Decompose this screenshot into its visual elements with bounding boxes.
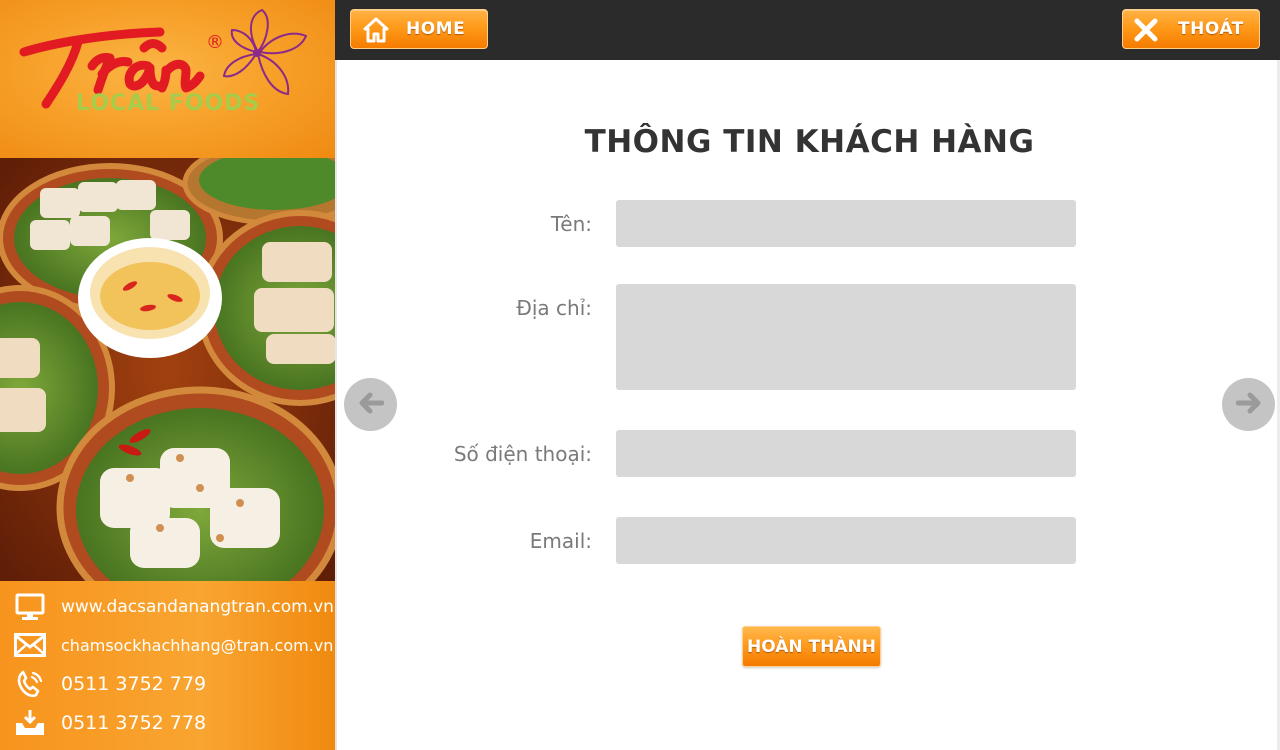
page-title: THÔNG TIN KHÁCH HÀNG — [584, 124, 1035, 160]
email-text[interactable]: chamsockhachhang@tran.com.vn — [61, 636, 333, 655]
phone-label: Số điện thoại: — [453, 442, 592, 466]
email-field[interactable] — [616, 517, 1076, 564]
envelope-icon — [14, 629, 46, 661]
food-photo — [0, 158, 335, 581]
brand-subtitle: LOCAL FOODS — [76, 91, 260, 116]
address-label: Địa chỉ: — [516, 296, 592, 320]
phone-field[interactable] — [616, 430, 1076, 477]
close-x-icon — [1133, 17, 1159, 47]
contact-phone[interactable]: 0511 3752 779 — [0, 666, 335, 702]
exit-button-label: THOÁT — [1178, 19, 1244, 39]
phone-icon — [14, 668, 46, 700]
house-icon — [363, 17, 389, 47]
arrow-left-icon — [358, 392, 384, 418]
next-button[interactable] — [1222, 378, 1275, 431]
contact-email[interactable]: chamsockhachhang@tran.com.vn — [0, 627, 335, 663]
home-button[interactable]: HOME — [350, 9, 488, 49]
email-label: Email: — [529, 529, 592, 553]
submit-button-label: HOÀN THÀNH — [747, 636, 876, 657]
food-photo-illustration — [0, 158, 335, 581]
registered-mark: ® — [206, 32, 224, 53]
arrow-right-icon — [1235, 392, 1262, 418]
contact-fax[interactable]: 0511 3752 778 — [0, 705, 335, 741]
brand-logo: ® LOCAL FOODS — [19, 8, 308, 116]
sidebar: ® LOCAL FOODS www.dacsandanangtran.com.v… — [0, 0, 335, 750]
brand-logo-area: ® LOCAL FOODS — [0, 0, 335, 158]
name-label: Tên: — [550, 212, 592, 236]
name-field[interactable] — [616, 200, 1076, 247]
prev-button[interactable] — [344, 378, 397, 431]
submit-button[interactable]: HOÀN THÀNH — [742, 626, 881, 667]
phone-text[interactable]: 0511 3752 779 — [61, 673, 206, 695]
contact-website[interactable]: www.dacsandanangtran.com.vn — [0, 589, 335, 625]
fax-tray-icon — [14, 707, 46, 739]
home-button-label: HOME — [406, 19, 466, 39]
monitor-icon — [14, 591, 46, 623]
flower-logo-icon — [222, 8, 308, 96]
contact-info: www.dacsandanangtran.com.vn chamsockhach… — [0, 581, 335, 750]
top-bar: HOME THOÁT — [335, 0, 1280, 60]
customer-info-panel: THÔNG TIN KHÁCH HÀNG Tên: Địa chỉ: Số đi… — [335, 60, 1280, 750]
address-field[interactable] — [616, 284, 1076, 390]
website-text[interactable]: www.dacsandanangtran.com.vn — [61, 597, 334, 617]
fax-text[interactable]: 0511 3752 778 — [61, 712, 206, 734]
exit-button[interactable]: THOÁT — [1122, 9, 1260, 49]
